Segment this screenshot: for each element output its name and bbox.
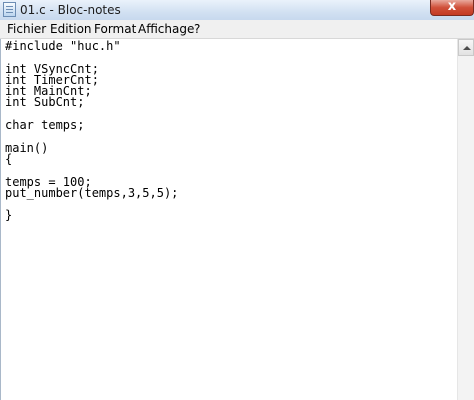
menu-help[interactable]: ? [194,22,200,36]
menu-bar: Fichier Edition Format Affichage ? [0,20,474,39]
menu-affichage[interactable]: Affichage [138,22,194,36]
menu-format[interactable]: Format [94,22,136,36]
close-button[interactable]: x [430,0,474,16]
notepad-icon[interactable] [3,2,16,17]
window-title: 01.c - Bloc-notes [20,3,121,17]
menu-fichier[interactable]: Fichier [7,22,46,36]
scroll-up-arrow-icon[interactable] [458,39,474,56]
vertical-scrollbar[interactable] [457,39,474,400]
text-editor[interactable]: #include "huc.h" int VSyncCnt; int Timer… [0,39,474,400]
close-icon: x [447,0,457,14]
title-bar[interactable]: 01.c - Bloc-notes x [0,0,474,20]
menu-edition[interactable]: Edition [50,22,92,36]
editor-text[interactable]: #include "huc.h" int VSyncCnt; int Timer… [5,40,178,222]
notepad-window: 01.c - Bloc-notes x Fichier Edition Form… [0,0,474,400]
